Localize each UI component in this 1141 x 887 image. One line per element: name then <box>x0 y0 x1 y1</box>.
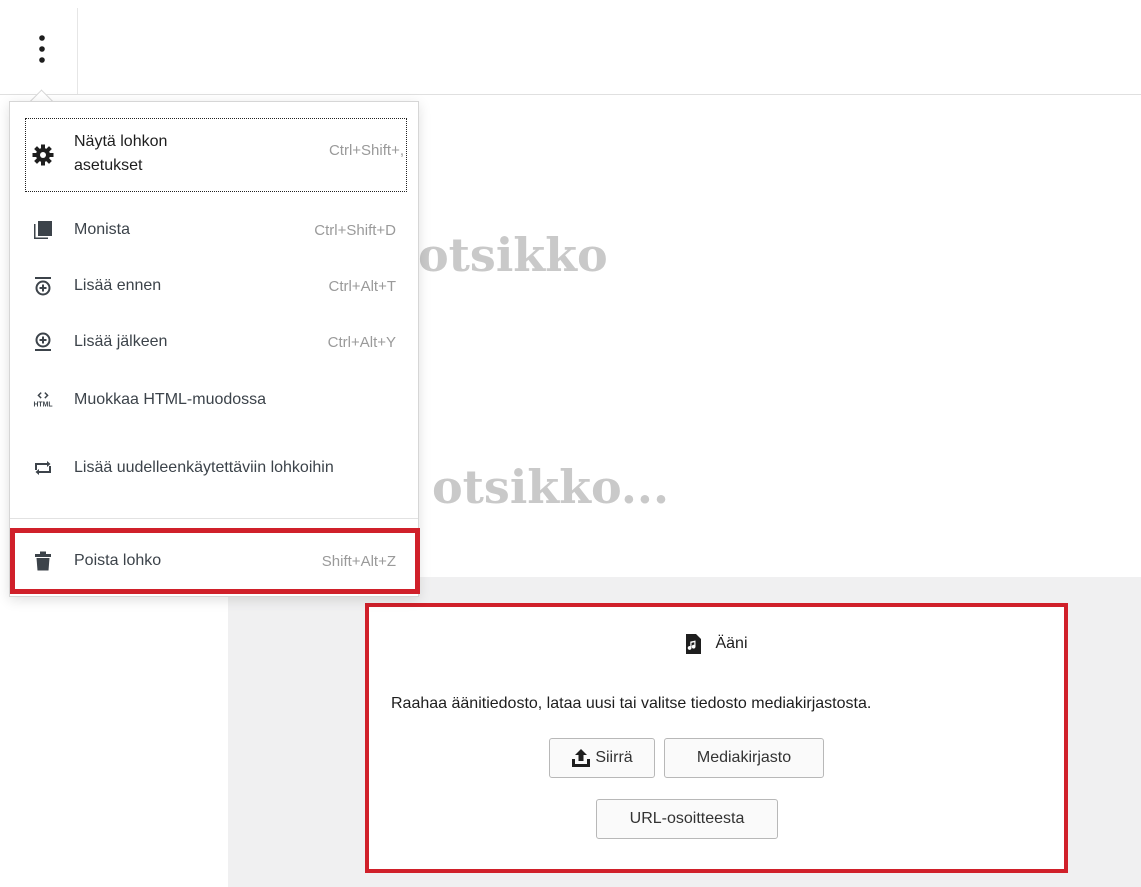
menu-item-insert-before[interactable]: Lisää ennen Ctrl+Alt+T <box>10 262 418 310</box>
gear-icon <box>32 144 54 166</box>
insert-from-url-button[interactable]: URL-osoitteesta <box>596 799 778 839</box>
menu-item-label: Näytä lohkon asetukset <box>74 133 168 174</box>
block-options-menu: Näytä lohkon asetukset Ctrl+Shift+, Moni… <box>9 101 420 597</box>
menu-item-shortcut: Ctrl+Shift+, <box>328 142 404 159</box>
audio-block-placeholder: Ääni Raahaa äänitiedosto, lataa uusi tai… <box>365 603 1068 873</box>
menu-item-label: Lisää jälkeen <box>74 333 168 350</box>
more-vertical-icon <box>39 35 45 63</box>
menu-item-duplicate[interactable]: Monista Ctrl+Shift+D <box>10 206 418 254</box>
menu-item-show-block-settings[interactable]: Näytä lohkon asetukset Ctrl+Shift+, <box>10 118 418 192</box>
media-library-button[interactable]: Mediakirjasto <box>664 738 824 778</box>
heading-placeholder[interactable]: otsikko... <box>432 460 669 514</box>
audio-block-title: Ääni <box>715 635 748 652</box>
menu-item-shortcut: Ctrl+Alt+T <box>328 277 396 295</box>
html-icon: HTML <box>32 389 54 411</box>
upload-button[interactable]: Siirrä <box>549 738 655 778</box>
highlight-box <box>10 528 420 594</box>
menu-item-shortcut: Ctrl+Shift+D <box>314 221 396 239</box>
audio-block-instructions: Raahaa äänitiedosto, lataa uusi tai vali… <box>391 695 872 712</box>
duplicate-icon <box>32 219 54 241</box>
menu-item-label: Muokkaa HTML-muodossa <box>74 391 267 408</box>
upload-icon <box>572 749 591 767</box>
block-toolbar <box>0 0 1141 95</box>
menu-item-edit-as-html[interactable]: HTML Muokkaa HTML-muodossa <box>10 376 418 424</box>
reusable-icon <box>32 457 54 479</box>
menu-item-shortcut: Ctrl+Alt+Y <box>327 333 396 351</box>
insert-before-icon <box>32 275 54 297</box>
heading-placeholder[interactable]: otsikko <box>418 228 608 282</box>
menu-item-label: Lisää uudelleenkäytettäviin lohkoihin <box>74 459 334 476</box>
menu-item-label: Lisää ennen <box>74 277 162 294</box>
menu-item-insert-after[interactable]: Lisää jälkeen Ctrl+Alt+Y <box>10 318 418 366</box>
menu-item-label: Monista <box>74 221 131 238</box>
insert-after-icon <box>32 331 54 353</box>
menu-item-add-to-reusable-blocks[interactable]: Lisää uudelleenkäytettäviin lohkoihin <box>10 438 418 498</box>
more-options-button[interactable] <box>22 26 62 72</box>
svg-text:HTML: HTML <box>33 401 52 408</box>
audio-block-header: Ääni <box>369 634 1064 654</box>
toolbar-divider <box>77 8 78 94</box>
audio-file-icon <box>686 634 702 654</box>
upload-button-label: Siirrä <box>595 749 633 766</box>
menu-divider <box>10 518 418 519</box>
